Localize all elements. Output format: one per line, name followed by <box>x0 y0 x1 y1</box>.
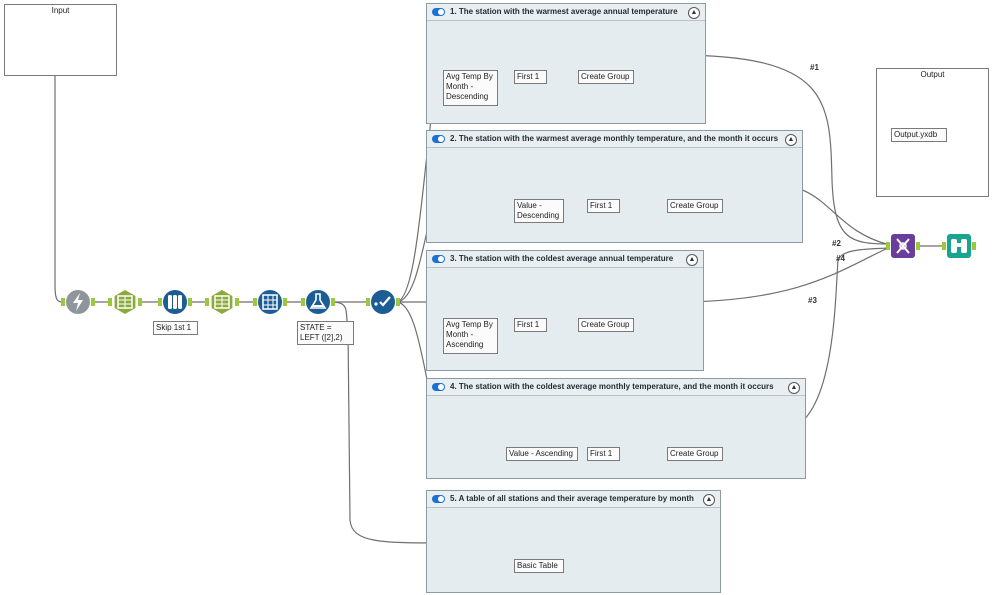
flask-tool[interactable] <box>301 290 335 314</box>
container-2-toggle[interactable] <box>432 135 445 143</box>
container-5-header[interactable]: 5. A table of all stations and their ave… <box>427 491 720 508</box>
input-box-title: Input <box>51 6 70 15</box>
container-1-toggle[interactable] <box>432 8 445 16</box>
c4-sort-label: Value - Ascending <box>506 447 578 461</box>
c2-sort-label: Value - Descending <box>514 199 564 223</box>
container-4[interactable]: 4. The station with the coldest average … <box>426 378 806 479</box>
container-5-toggle[interactable] <box>432 495 445 503</box>
container-3-header[interactable]: 3. The station with the coldest average … <box>427 251 703 268</box>
c3-sort-label: Avg Temp By Month - Ascending <box>443 318 498 354</box>
container-2-header[interactable]: 2. The station with the warmest average … <box>427 131 802 148</box>
sample-icon <box>168 295 182 309</box>
formula-tool-label: STATE = LEFT ([2],2) <box>297 321 354 345</box>
container-5-title: 5. A table of all stations and their ave… <box>450 494 694 503</box>
collapse-icon[interactable]: ▲ <box>686 254 698 266</box>
collapse-icon[interactable]: ▲ <box>703 494 715 506</box>
c4-first-label: First 1 <box>587 447 620 461</box>
sample-tool[interactable] <box>158 290 192 314</box>
container-4-title: 4. The station with the coldest average … <box>450 382 774 391</box>
columns-tool[interactable] <box>108 290 142 314</box>
c1-group-label: Create Group <box>578 70 634 84</box>
union-tool[interactable] <box>886 234 920 258</box>
binoculars-tool[interactable] <box>942 234 976 258</box>
container-3-title: 3. The station with the coldest average … <box>450 254 674 263</box>
check-tool[interactable] <box>366 290 400 314</box>
crosstab-tool[interactable] <box>253 290 287 314</box>
c3-first-label: First 1 <box>514 318 547 332</box>
container-5[interactable]: 5. A table of all stations and their ave… <box>426 490 721 593</box>
output-box-title: Output <box>920 70 945 79</box>
output-file-label: Output.yxdb <box>891 128 947 142</box>
c2-group-label: Create Group <box>667 199 723 213</box>
wire-label-2: #2 <box>832 239 841 248</box>
wire-label-1: #1 <box>810 63 819 72</box>
container-2[interactable]: 2. The station with the warmest average … <box>426 130 803 243</box>
c1-first-label: First 1 <box>514 70 547 84</box>
input-tool-container[interactable]: Input <box>4 4 117 76</box>
container-4-header[interactable]: 4. The station with the coldest average … <box>427 379 805 396</box>
collapse-icon[interactable]: ▲ <box>688 7 700 19</box>
c1-sort-label: Avg Temp By Month - Descending <box>443 70 498 106</box>
c4-group-label: Create Group <box>667 447 723 461</box>
wire-label-3: #3 <box>808 296 817 305</box>
container-1-title: 1. The station with the warmest average … <box>450 7 678 16</box>
container-3-toggle[interactable] <box>432 255 445 263</box>
collapse-icon[interactable]: ▲ <box>788 382 800 394</box>
container-4-toggle[interactable] <box>432 383 445 391</box>
wire-label-4: #4 <box>836 254 845 263</box>
connection-wire[interactable] <box>42 39 65 303</box>
c3-group-label: Create Group <box>578 318 634 332</box>
lightning-tool[interactable] <box>61 290 95 314</box>
collapse-icon[interactable]: ▲ <box>785 134 797 146</box>
columns-tool[interactable] <box>205 290 239 314</box>
c2-first-label: First 1 <box>587 199 620 213</box>
container-2-title: 2. The station with the warmest average … <box>450 134 779 143</box>
skip-tool-label: Skip 1st 1 <box>153 321 198 335</box>
c5-table-label: Basic Table <box>514 559 564 573</box>
connection-wire[interactable] <box>674 246 891 303</box>
container-1-header[interactable]: 1. The station with the warmest average … <box>427 4 705 21</box>
